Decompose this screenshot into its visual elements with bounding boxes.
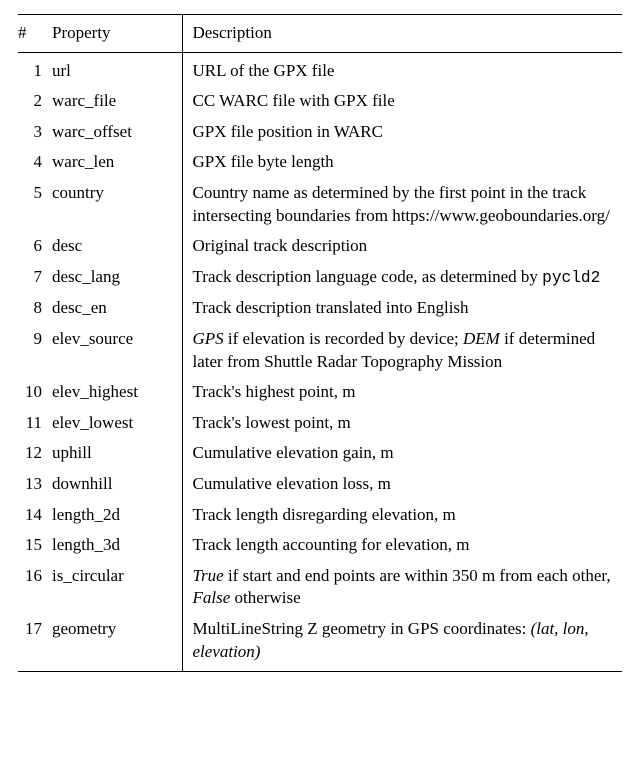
table-row: 12uphillCumulative elevation gain, m bbox=[18, 438, 622, 469]
properties-table: # Property Description 1urlURL of the GP… bbox=[18, 14, 622, 672]
table-row: 7desc_langTrack description language cod… bbox=[18, 262, 622, 293]
cell-description: Track description translated into Englis… bbox=[182, 293, 622, 324]
cell-property: desc_en bbox=[52, 293, 182, 324]
cell-description: True if start and end points are within … bbox=[182, 561, 622, 614]
cell-property: url bbox=[52, 52, 182, 86]
cell-description: Track's lowest point, m bbox=[182, 408, 622, 439]
cell-num: 16 bbox=[18, 561, 52, 614]
cell-property: desc_lang bbox=[52, 262, 182, 293]
table-header-row: # Property Description bbox=[18, 15, 622, 53]
table-row: 15length_3dTrack length accounting for e… bbox=[18, 530, 622, 561]
cell-property: is_circular bbox=[52, 561, 182, 614]
col-header-property: Property bbox=[52, 15, 182, 53]
cell-property: geometry bbox=[52, 614, 182, 672]
table-row: 4warc_lenGPX file byte length bbox=[18, 147, 622, 178]
table-row: 10elev_highestTrack's highest point, m bbox=[18, 377, 622, 408]
cell-num: 5 bbox=[18, 178, 52, 231]
cell-description: GPX file position in WARC bbox=[182, 117, 622, 148]
cell-description: Track length accounting for elevation, m bbox=[182, 530, 622, 561]
cell-description: URL of the GPX file bbox=[182, 52, 622, 86]
cell-num: 10 bbox=[18, 377, 52, 408]
cell-num: 12 bbox=[18, 438, 52, 469]
cell-property: country bbox=[52, 178, 182, 231]
cell-num: 13 bbox=[18, 469, 52, 500]
cell-property: elev_lowest bbox=[52, 408, 182, 439]
cell-num: 14 bbox=[18, 500, 52, 531]
cell-property: length_3d bbox=[52, 530, 182, 561]
cell-description: CC WARC file with GPX file bbox=[182, 86, 622, 117]
table-row: 16is_circularTrue if start and end point… bbox=[18, 561, 622, 614]
cell-property: elev_source bbox=[52, 324, 182, 377]
table-row: 5countryCountry name as determined by th… bbox=[18, 178, 622, 231]
cell-description: Track description language code, as dete… bbox=[182, 262, 622, 293]
table-row: 6descOriginal track description bbox=[18, 231, 622, 262]
col-header-description: Description bbox=[182, 15, 622, 53]
cell-description: Cumulative elevation loss, m bbox=[182, 469, 622, 500]
cell-description: GPX file byte length bbox=[182, 147, 622, 178]
table-row: 3warc_offsetGPX file position in WARC bbox=[18, 117, 622, 148]
cell-description: Original track description bbox=[182, 231, 622, 262]
cell-description: GPS if elevation is recorded by device; … bbox=[182, 324, 622, 377]
table-row: 2warc_fileCC WARC file with GPX file bbox=[18, 86, 622, 117]
cell-num: 6 bbox=[18, 231, 52, 262]
cell-description: Track length disregarding elevation, m bbox=[182, 500, 622, 531]
cell-description: MultiLineString Z geometry in GPS coordi… bbox=[182, 614, 622, 672]
cell-num: 9 bbox=[18, 324, 52, 377]
cell-property: warc_offset bbox=[52, 117, 182, 148]
cell-property: warc_len bbox=[52, 147, 182, 178]
cell-property: length_2d bbox=[52, 500, 182, 531]
cell-num: 1 bbox=[18, 52, 52, 86]
table-row: 1urlURL of the GPX file bbox=[18, 52, 622, 86]
cell-num: 2 bbox=[18, 86, 52, 117]
cell-property: elev_highest bbox=[52, 377, 182, 408]
table-row: 11elev_lowestTrack's lowest point, m bbox=[18, 408, 622, 439]
table-row: 9elev_sourceGPS if elevation is recorded… bbox=[18, 324, 622, 377]
cell-num: 11 bbox=[18, 408, 52, 439]
table-row: 14length_2dTrack length disregarding ele… bbox=[18, 500, 622, 531]
cell-num: 15 bbox=[18, 530, 52, 561]
col-header-num: # bbox=[18, 15, 52, 53]
table-row: 8desc_enTrack description translated int… bbox=[18, 293, 622, 324]
table-row: 17geometryMultiLineString Z geometry in … bbox=[18, 614, 622, 672]
cell-num: 8 bbox=[18, 293, 52, 324]
cell-num: 7 bbox=[18, 262, 52, 293]
cell-num: 4 bbox=[18, 147, 52, 178]
cell-property: uphill bbox=[52, 438, 182, 469]
cell-num: 3 bbox=[18, 117, 52, 148]
table-row: 13downhillCumulative elevation loss, m bbox=[18, 469, 622, 500]
cell-description: Track's highest point, m bbox=[182, 377, 622, 408]
cell-property: warc_file bbox=[52, 86, 182, 117]
cell-description: Cumulative elevation gain, m bbox=[182, 438, 622, 469]
cell-property: downhill bbox=[52, 469, 182, 500]
cell-property: desc bbox=[52, 231, 182, 262]
cell-description: Country name as determined by the first … bbox=[182, 178, 622, 231]
cell-num: 17 bbox=[18, 614, 52, 672]
